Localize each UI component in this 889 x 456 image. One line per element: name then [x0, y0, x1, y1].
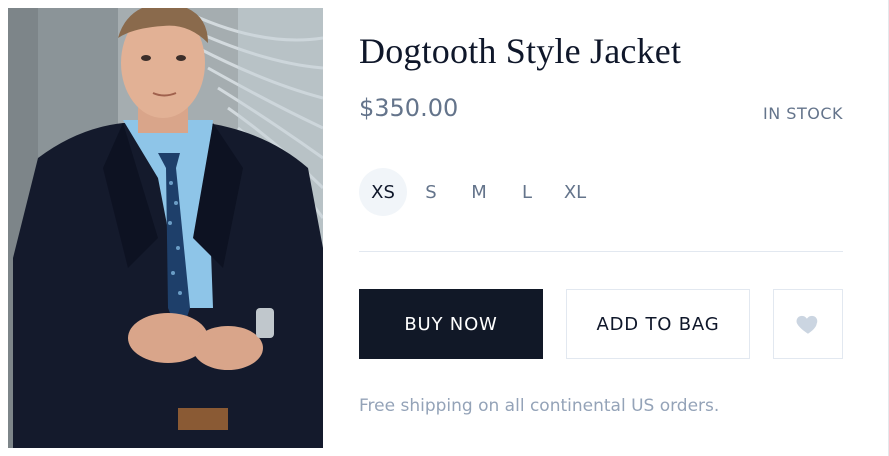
- size-selector: XS S M L XL: [359, 168, 599, 216]
- product-photo-illustration: [8, 8, 323, 448]
- add-to-bag-button[interactable]: ADD TO BAG: [566, 289, 750, 359]
- divider: [359, 251, 843, 252]
- size-option-l[interactable]: L: [503, 168, 551, 216]
- heart-icon: [796, 315, 818, 334]
- size-option-xl[interactable]: XL: [551, 168, 599, 216]
- shipping-note: Free shipping on all continental US orde…: [359, 396, 720, 416]
- product-card: Dogtooth Style Jacket $350.00 IN STOCK X…: [0, 0, 889, 456]
- product-title: Dogtooth Style Jacket: [359, 31, 682, 71]
- favorite-button[interactable]: [773, 289, 843, 359]
- buy-now-button[interactable]: BUY NOW: [359, 289, 543, 359]
- size-option-xs[interactable]: XS: [359, 168, 407, 216]
- product-price: $350.00: [359, 94, 459, 122]
- product-info: Dogtooth Style Jacket $350.00 IN STOCK X…: [359, 0, 843, 456]
- product-image: [8, 8, 323, 448]
- stock-status: IN STOCK: [763, 104, 843, 123]
- size-option-s[interactable]: S: [407, 168, 455, 216]
- size-option-m[interactable]: M: [455, 168, 503, 216]
